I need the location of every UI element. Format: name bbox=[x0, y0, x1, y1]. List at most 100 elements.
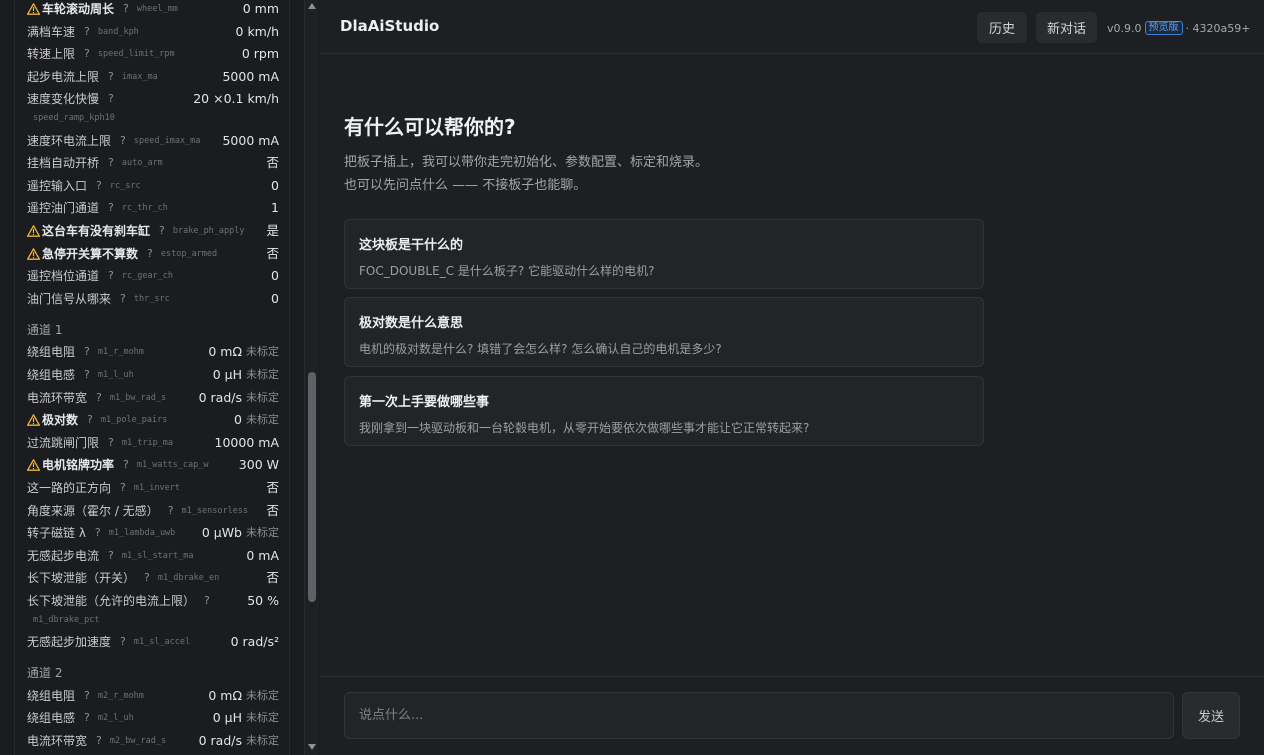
help-icon[interactable]: ? bbox=[96, 391, 102, 405]
help-icon[interactable]: ? bbox=[123, 458, 129, 472]
param-value[interactable]: 否 bbox=[266, 571, 279, 585]
param-row[interactable]: 遥控输入口? rc_src 0 bbox=[27, 175, 279, 198]
param-row[interactable]: 挂档自动开桥? auto_arm 否 bbox=[27, 152, 279, 175]
param-row[interactable]: 绕组电感? m1_l_uh 0 µH 未标定 bbox=[27, 364, 279, 387]
param-row[interactable]: 电流环带宽? m2_bw_rad_s 0 rad/s 未标定 bbox=[27, 729, 279, 752]
param-value[interactable]: 0 rad/s bbox=[199, 733, 242, 748]
param-row[interactable]: 这一路的正方向? m1_invert 否 bbox=[27, 477, 279, 500]
suggestion-card[interactable]: 这块板是干什么的 FOC_DOUBLE_C 是什么板子? 它能驱动什么样的电机? bbox=[344, 219, 984, 289]
param-row[interactable]: 这台车有没有刹车缸? brake_ph_apply 是 bbox=[26, 220, 279, 243]
help-icon[interactable]: ? bbox=[123, 2, 129, 16]
param-value[interactable]: 0 µH bbox=[213, 711, 242, 725]
param-value[interactable]: 0 mΩ bbox=[208, 345, 242, 359]
param-row[interactable]: 电机铭牌功率? m1_watts_cap_w 300 W bbox=[26, 454, 279, 477]
composer-bar: 发送 bbox=[320, 676, 1264, 755]
param-value[interactable]: 否 bbox=[266, 156, 279, 170]
param-value[interactable]: 50 % bbox=[247, 593, 279, 608]
param-row[interactable]: 转子磁链 λ? m1_lambda_uwb 0 µWb 未标定 bbox=[27, 522, 279, 545]
param-value[interactable]: 是 bbox=[266, 224, 279, 238]
param-row[interactable]: 无感起步电流? m1_sl_start_ma 0 mA bbox=[27, 544, 279, 567]
param-value[interactable]: 0 rad/s² bbox=[231, 634, 279, 649]
help-icon[interactable]: ? bbox=[108, 436, 114, 450]
help-icon[interactable]: ? bbox=[120, 481, 126, 495]
param-row[interactable]: 起步电流上限? imax_ma 5000 mA bbox=[27, 66, 279, 89]
param-row[interactable]: 绕组电感? m2_l_uh 0 µH 未标定 bbox=[27, 707, 279, 730]
history-button[interactable]: 历史 bbox=[977, 12, 1027, 43]
scroll-down-arrow-icon[interactable] bbox=[308, 744, 316, 750]
help-icon[interactable]: ? bbox=[147, 247, 153, 261]
param-value[interactable]: 300 W bbox=[239, 458, 279, 472]
param-row[interactable]: 满档车速? band_kph 0 km/h bbox=[27, 21, 279, 44]
help-icon[interactable]: ? bbox=[204, 594, 210, 608]
param-row[interactable]: 无感起步加速度? m1_sl_accel 0 rad/s² bbox=[27, 631, 279, 654]
help-icon[interactable]: ? bbox=[84, 368, 90, 382]
help-icon[interactable]: ? bbox=[95, 526, 101, 540]
scroll-thumb[interactable] bbox=[308, 372, 316, 602]
param-value[interactable]: 0 µWb bbox=[202, 526, 242, 540]
param-row[interactable]: 绕组电阻? m2_r_mohm 0 mΩ 未标定 bbox=[27, 684, 279, 707]
param-row[interactable]: 急停开关算不算数? estop_armed 否 bbox=[26, 242, 279, 265]
param-value[interactable]: 0 mΩ bbox=[208, 688, 242, 703]
help-icon[interactable]: ? bbox=[108, 92, 114, 106]
suggestion-card[interactable]: 极对数是什么意思 电机的极对数是什么? 填错了会怎么样? 怎么确认自己的电机是多… bbox=[344, 297, 984, 367]
param-value[interactable]: 20 ×0.1 km/h bbox=[193, 92, 279, 106]
help-icon[interactable]: ? bbox=[84, 689, 90, 703]
help-icon[interactable]: ? bbox=[108, 269, 114, 283]
help-icon[interactable]: ? bbox=[120, 134, 126, 148]
param-row[interactable]: 遥控档位通道? rc_gear_ch 0 bbox=[27, 265, 279, 288]
help-icon[interactable]: ? bbox=[108, 70, 114, 84]
help-icon[interactable]: ? bbox=[159, 224, 165, 238]
param-value[interactable]: 0 mA bbox=[246, 548, 279, 563]
help-icon[interactable]: ? bbox=[144, 571, 150, 585]
chat-input[interactable] bbox=[344, 692, 1174, 739]
param-row[interactable]: 角度来源（霍尔 / 无感）? m1_sensorless 否 bbox=[27, 499, 279, 522]
param-row[interactable]: 油门信号从哪来? thr_src 0 bbox=[27, 288, 279, 311]
param-value[interactable]: 0 rad/s bbox=[199, 390, 242, 405]
param-row[interactable]: 电流环带宽? m1_bw_rad_s 0 rad/s 未标定 bbox=[27, 386, 279, 409]
suggestion-card[interactable]: 第一次上手要做哪些事 我刚拿到一块驱动板和一台轮毂电机，从零开始要依次做哪些事才… bbox=[344, 376, 984, 446]
help-icon[interactable]: ? bbox=[96, 179, 102, 193]
param-value[interactable]: 0 mm bbox=[243, 2, 279, 16]
help-icon[interactable]: ? bbox=[120, 292, 126, 306]
param-value[interactable]: 0 bbox=[271, 291, 279, 306]
help-icon[interactable]: ? bbox=[84, 47, 90, 61]
help-icon[interactable]: ? bbox=[108, 156, 114, 170]
param-value[interactable]: 否 bbox=[266, 246, 279, 261]
param-value[interactable]: 0 rpm bbox=[242, 47, 279, 61]
param-value[interactable]: 5000 mA bbox=[222, 133, 279, 148]
param-row[interactable]: 遥控油门通道? rc_thr_ch 1 bbox=[27, 197, 279, 220]
param-value[interactable]: 1 bbox=[271, 201, 279, 215]
param-value[interactable]: 否 bbox=[266, 503, 279, 518]
help-icon[interactable]: ? bbox=[84, 345, 90, 359]
param-value[interactable]: 10000 mA bbox=[215, 435, 279, 450]
param-row[interactable]: 速度变化快慢? 20 ×0.1 km/h speed_ramp_kph10 bbox=[27, 88, 279, 129]
param-row[interactable]: 过流跳闸门限? m1_trip_ma 10000 mA bbox=[27, 432, 279, 455]
param-row[interactable]: 绕组电阻? m1_r_mohm 0 mΩ 未标定 bbox=[27, 341, 279, 364]
param-key: auto_arm bbox=[121, 158, 163, 169]
help-icon[interactable]: ? bbox=[96, 734, 102, 748]
param-row[interactable]: 极对数? m1_pole_pairs 0 未标定 bbox=[26, 409, 279, 432]
param-value[interactable]: 0 µH bbox=[213, 368, 242, 382]
help-icon[interactable]: ? bbox=[108, 549, 114, 563]
param-value[interactable]: 0 bbox=[271, 269, 279, 283]
param-row[interactable]: 长下坡泄能（允许的电流上限）? 50 % m1_dbrake_pct bbox=[27, 590, 279, 631]
param-row[interactable]: 车轮滚动周长? wheel_mm 0 mm bbox=[26, 0, 279, 21]
help-icon[interactable]: ? bbox=[120, 635, 126, 649]
param-value[interactable]: 0 bbox=[271, 178, 279, 193]
param-value[interactable]: 0 bbox=[234, 413, 242, 427]
param-value[interactable]: 否 bbox=[266, 480, 279, 495]
param-row[interactable]: 转速上限? speed_limit_rpm 0 rpm bbox=[27, 43, 279, 66]
param-value[interactable]: 5000 mA bbox=[222, 70, 279, 84]
send-button[interactable]: 发送 bbox=[1182, 692, 1240, 739]
help-icon[interactable]: ? bbox=[108, 201, 114, 215]
new-chat-button[interactable]: 新对话 bbox=[1036, 12, 1097, 43]
param-row[interactable]: 长下坡泄能（开关）? m1_dbrake_en 否 bbox=[27, 567, 279, 590]
parameter-scrollbar[interactable] bbox=[304, 0, 319, 755]
scroll-up-arrow-icon[interactable] bbox=[308, 3, 316, 9]
param-value[interactable]: 0 km/h bbox=[236, 24, 279, 39]
param-row[interactable]: 速度环电流上限? speed_imax_ma 5000 mA bbox=[27, 129, 279, 152]
help-icon[interactable]: ? bbox=[84, 25, 90, 39]
help-icon[interactable]: ? bbox=[87, 413, 93, 427]
help-icon[interactable]: ? bbox=[84, 711, 90, 725]
help-icon[interactable]: ? bbox=[168, 504, 174, 518]
